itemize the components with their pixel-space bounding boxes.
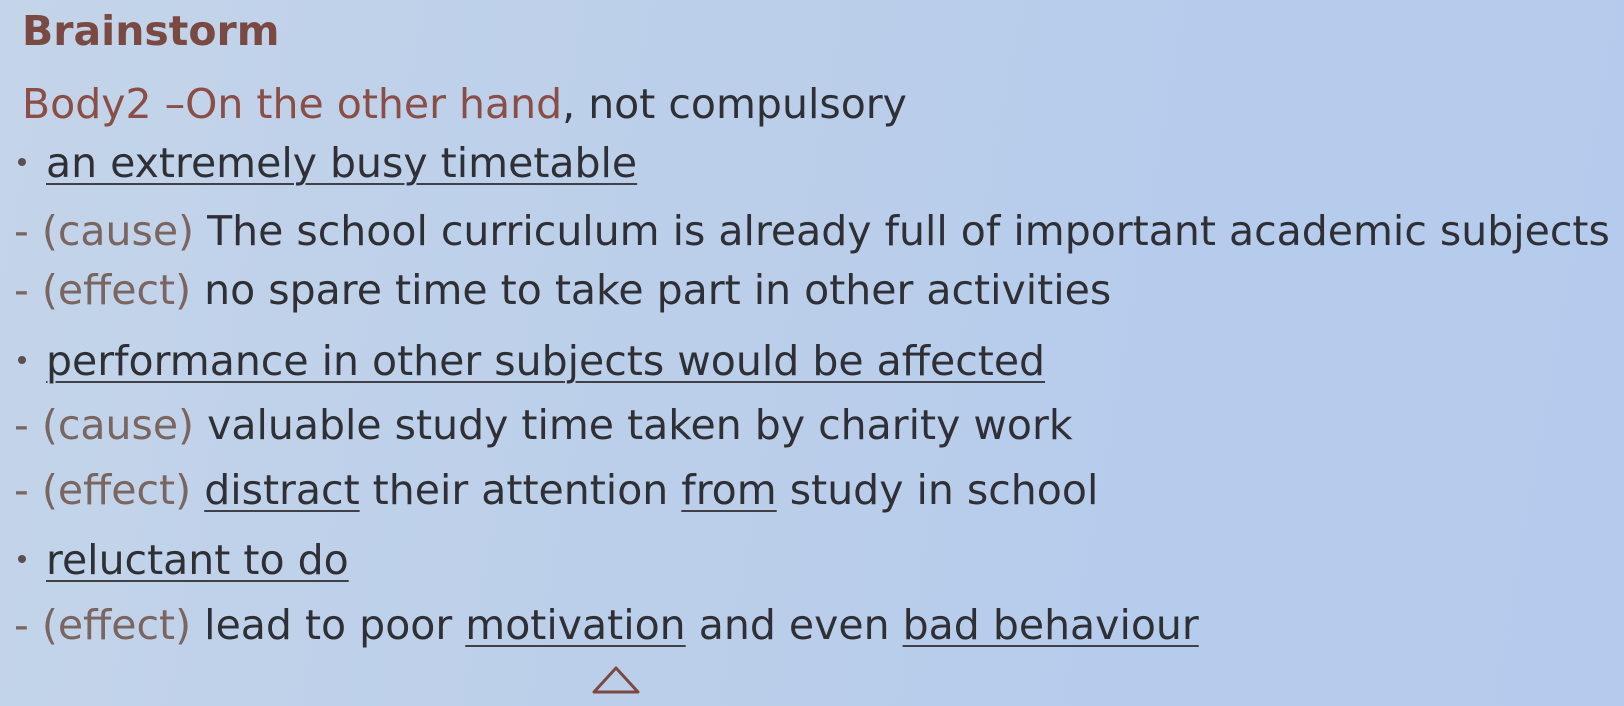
detail-text: study in school (776, 466, 1099, 514)
bullet-icon (18, 555, 26, 563)
detail-keyword: from (681, 466, 777, 514)
bullet-point-3: reluctant to do (18, 535, 349, 585)
slide-title: Brainstorm (22, 7, 280, 55)
detail-keyword: bad behaviour (902, 601, 1199, 649)
bullet-text: performance in other subjects would be a… (46, 337, 1046, 385)
bullet-icon (18, 356, 26, 364)
detail-text: valuable study time taken by charity wor… (194, 401, 1073, 449)
detail-text: and even (685, 601, 903, 649)
detail-tag: - (effect) (14, 466, 192, 514)
detail-tag: - (effect) (14, 601, 192, 649)
bullet-icon (18, 158, 26, 166)
caret-mark-icon (592, 666, 640, 694)
detail-text: no spare time to take part in other acti… (191, 266, 1112, 314)
detail-tag: - (cause) (14, 207, 195, 255)
detail-line: - (effect) distract their attention from… (14, 465, 1098, 515)
heading-prefix: Body2 – (22, 80, 186, 128)
heading-highlight: On the other hand (185, 80, 563, 128)
heading-suffix: , not compulsory (562, 80, 907, 128)
bullet-text: an extremely busy timetable (46, 139, 638, 187)
detail-tag: - (effect) (14, 266, 192, 314)
detail-text (191, 466, 204, 514)
detail-keyword: motivation (465, 601, 686, 649)
bullet-text: reluctant to do (46, 536, 349, 584)
detail-keyword: distract (204, 466, 360, 514)
detail-line: - (effect) lead to poor motivation and e… (14, 600, 1199, 650)
bullet-point-1: an extremely busy timetable (18, 138, 637, 188)
detail-tag: - (cause) (14, 401, 195, 449)
detail-line: - (effect) no spare time to take part in… (14, 265, 1111, 315)
detail-text: their attention (359, 466, 682, 514)
bullet-point-2: performance in other subjects would be a… (18, 336, 1045, 386)
detail-line: - (cause) The school curriculum is alrea… (14, 206, 1610, 256)
detail-text: The school curriculum is already full of… (194, 207, 1610, 255)
slide: Brainstorm Body2 –On the other hand, not… (0, 0, 1624, 706)
detail-line: - (cause) valuable study time taken by c… (14, 400, 1073, 450)
slide-heading: Body2 –On the other hand, not compulsory (22, 79, 907, 129)
detail-text: lead to poor (191, 601, 466, 649)
